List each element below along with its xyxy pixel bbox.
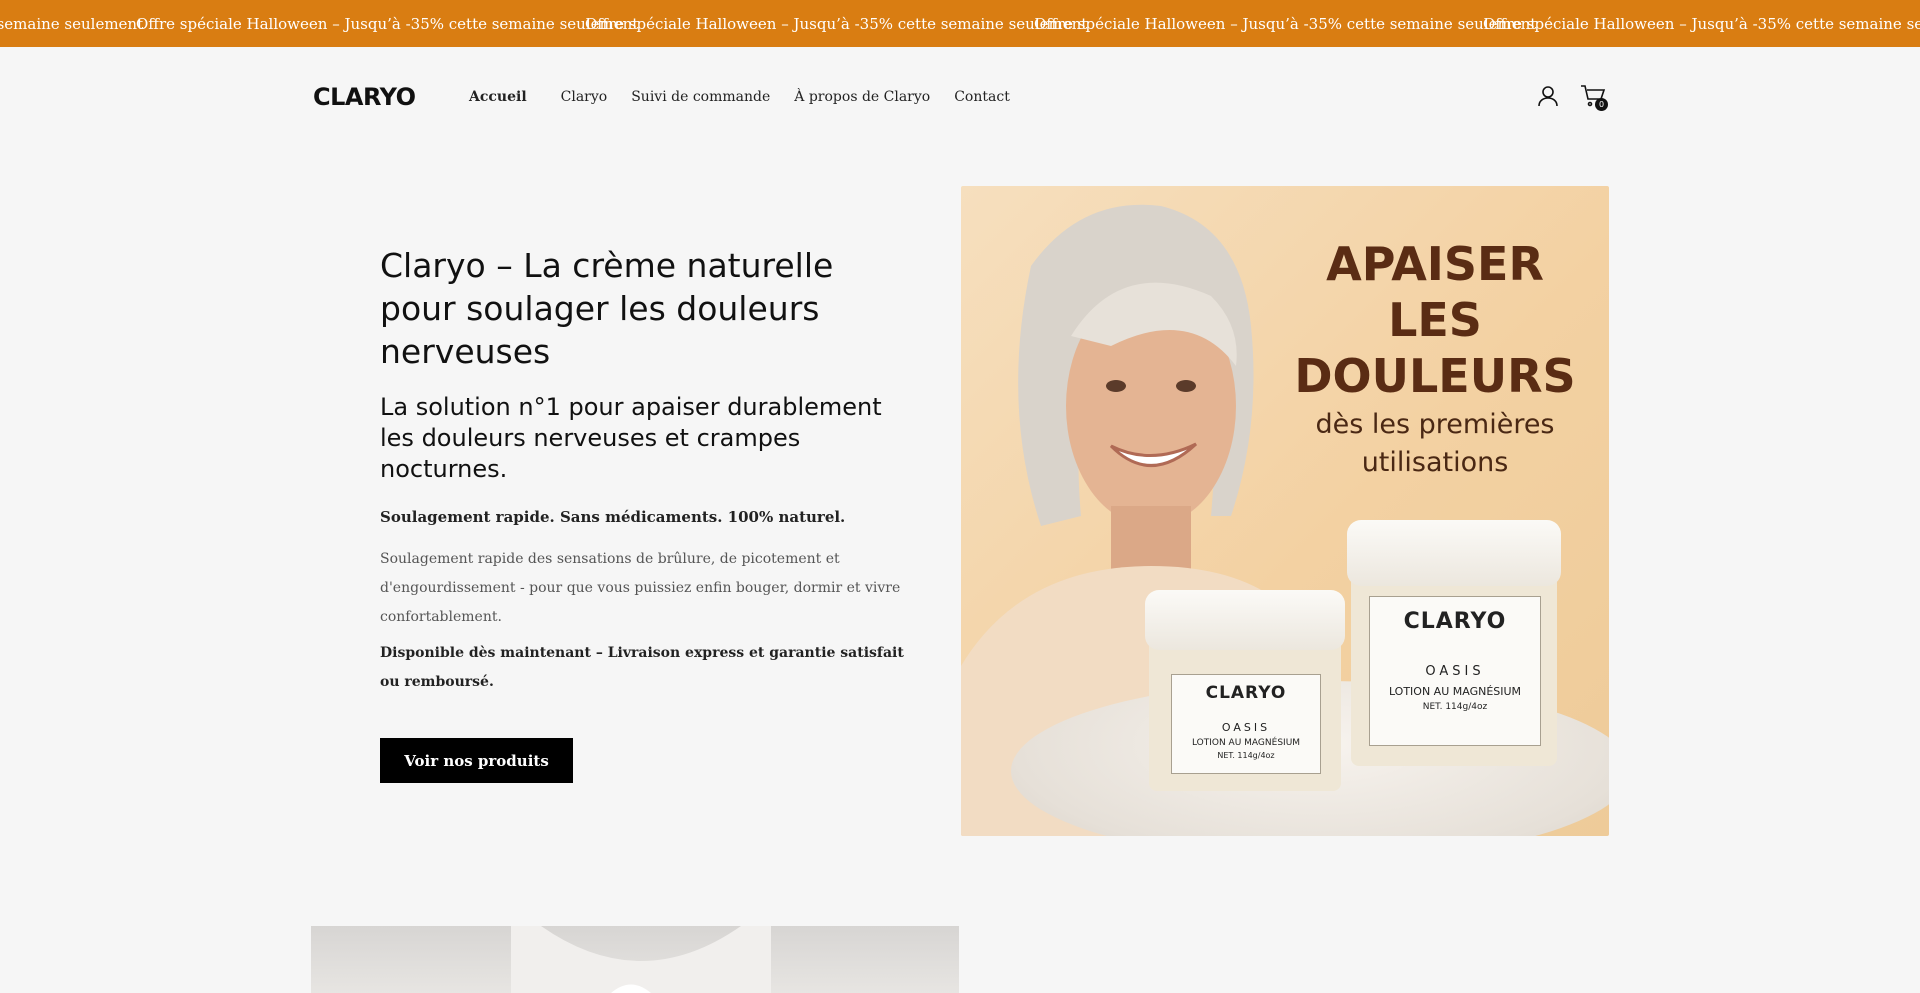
nav-item-contact[interactable]: Contact xyxy=(954,89,1010,105)
announcement-text: ette semaine seulement xyxy=(0,14,144,33)
announcement-text: Offre spéciale Halloween – Jusqu’à -35% … xyxy=(136,14,639,33)
jar-brand: CLARYO xyxy=(1205,683,1287,703)
hero-lead: Soulagement rapide. Sans médicaments. 10… xyxy=(380,508,846,526)
nav-item-a-propos[interactable]: À propos de Claryo xyxy=(794,89,930,105)
jar-label: CLARYO OASIS LOTION AU MAGNÉSIUM NET. 11… xyxy=(1369,596,1541,746)
announcement-track: ette semaine seulement Offre spéciale Ha… xyxy=(0,0,1920,47)
cart-count-badge: 0 xyxy=(1595,98,1608,111)
nav-item-claryo[interactable]: Claryo xyxy=(561,89,608,105)
view-products-button[interactable]: Voir nos produits xyxy=(380,738,573,783)
announcement-text: Offre spéciale Halloween – Jusqu’à -35% … xyxy=(1034,14,1537,33)
announcement-text: Offre spéciale Halloween – Jusqu’à -35% … xyxy=(585,14,1088,33)
product-jar-back: CLARYO OASIS LOTION AU MAGNÉSIUM NET. 11… xyxy=(1347,520,1561,766)
site-logo[interactable]: CLARYO xyxy=(313,83,416,111)
jar-net: NET. 114g/4oz xyxy=(1422,702,1488,712)
jar-lid xyxy=(1145,590,1345,650)
site-header: CLARYO Accueil Claryo Suivi de commande … xyxy=(0,47,1920,149)
announcement-bar: ette semaine seulement Offre spéciale Ha… xyxy=(0,0,1920,47)
nav-item-suivi-commande[interactable]: Suivi de commande xyxy=(631,89,770,105)
jar-line: OASIS xyxy=(1221,721,1271,734)
jar-product: LOTION AU MAGNÉSIUM xyxy=(1191,738,1301,748)
secondary-image xyxy=(311,926,959,993)
jar-net: NET. 114g/4oz xyxy=(1217,751,1275,760)
promo-subline: dès les premières utilisations xyxy=(1315,409,1555,478)
promo-headline: APAISER LES DOULEURS xyxy=(1294,237,1576,403)
user-icon[interactable] xyxy=(1535,83,1561,109)
hero-title: Claryo – La crème naturelle pour soulage… xyxy=(380,246,834,371)
hero-subtitle: La solution n°1 pour apaiser durablement… xyxy=(380,393,882,483)
nav-item-accueil[interactable]: Accueil xyxy=(469,89,527,105)
hero-description: Soulagement rapide des sensations de brû… xyxy=(380,551,901,625)
jar-label: CLARYO OASIS LOTION AU MAGNÉSIUM NET. 11… xyxy=(1171,674,1321,774)
jar-line: OASIS xyxy=(1425,664,1485,679)
jar-product: LOTION AU MAGNÉSIUM xyxy=(1388,685,1522,698)
announcement-text: Offre spéciale Halloween – Jusqu’à -35% … xyxy=(1483,14,1920,33)
hero-note: Disponible dès maintenant – Livraison ex… xyxy=(380,645,904,690)
product-jar-front: CLARYO OASIS LOTION AU MAGNÉSIUM NET. 11… xyxy=(1145,590,1345,791)
hero-image: APAISER LES DOULEURS dès les premières u… xyxy=(961,186,1609,836)
jar-lid xyxy=(1347,520,1561,586)
jar-brand: CLARYO xyxy=(1403,609,1507,634)
main-nav: Accueil Claryo Suivi de commande À propo… xyxy=(469,89,1034,105)
